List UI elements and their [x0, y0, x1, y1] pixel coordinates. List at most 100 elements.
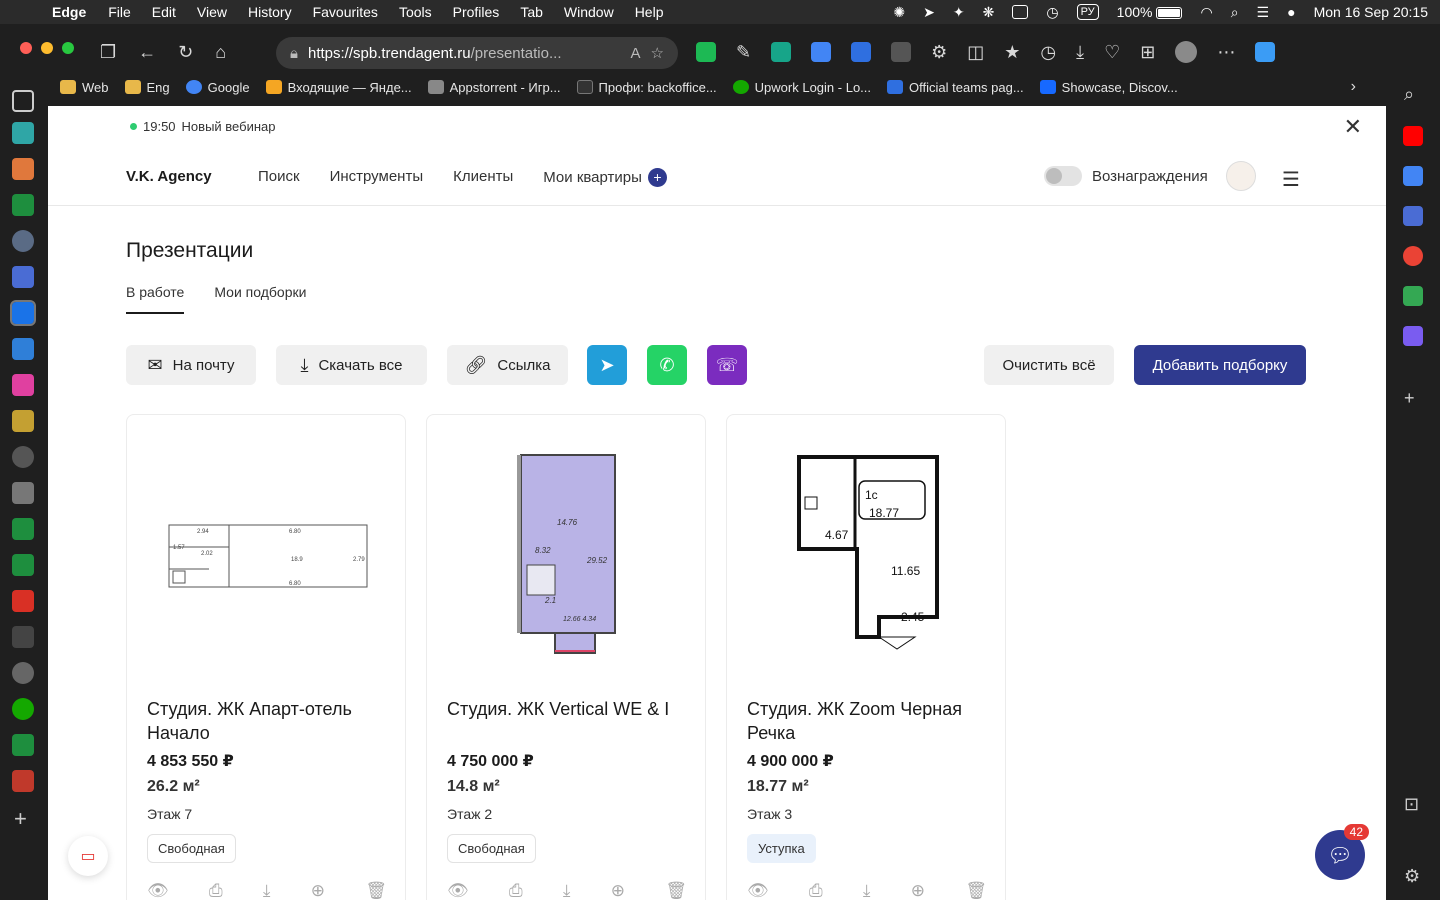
copilot-icon[interactable] [1255, 42, 1276, 62]
feedback-chat-button[interactable]: ▭ [68, 836, 108, 876]
terminal-tray-icon[interactable] [1012, 5, 1029, 19]
upwork-icon[interactable] [12, 698, 34, 720]
bookmark-yandex-mail[interactable]: Входящие — Янде... [265, 80, 412, 95]
performance-icon[interactable]: ♡ [1104, 42, 1120, 63]
apartment-title[interactable]: Студия. ЖК Vertical WE & I [447, 697, 687, 721]
tab-icon[interactable] [12, 662, 34, 684]
share-viber-button[interactable]: ☏ [707, 345, 747, 385]
add-icon[interactable]: + [1404, 388, 1415, 409]
tab-icon[interactable] [12, 194, 34, 216]
apartment-card[interactable]: 1с 18.77 4.67 11.65 2.45 Студия. ЖК Zoom… [726, 414, 1006, 900]
apartment-card[interactable]: 14.76 8.32 29.52 2.1 12.66 4.34 Студия. … [426, 414, 706, 900]
wifi-icon[interactable]: ◠ [1200, 4, 1212, 21]
favorites-icon[interactable]: ★ [1004, 42, 1020, 63]
control-center-icon[interactable]: ☰ [1257, 4, 1270, 21]
add-to-folder-icon[interactable]: ⊕ [911, 881, 925, 900]
settings-icon[interactable]: ⚙ [1404, 866, 1420, 887]
url-text[interactable]: https://spb.trendagent.ru/presentatio... [308, 45, 621, 62]
view-icon[interactable]: 👁︎ [747, 881, 769, 900]
search-icon[interactable]: ⌕ [1404, 84, 1414, 105]
bookmark-behance[interactable]: Showcase, Discov... [1039, 80, 1178, 95]
add-to-folder-icon[interactable]: ⊕ [311, 881, 325, 900]
bookmark-eng[interactable]: Eng [124, 80, 170, 95]
more-menu-icon[interactable]: ⋯ [1217, 42, 1235, 63]
drive-icon[interactable] [1403, 286, 1423, 306]
lock-icon[interactable]: 🔒︎ [290, 45, 298, 62]
send-email-button[interactable]: ✉ На почту [126, 345, 256, 385]
battery-status[interactable]: 100% [1117, 4, 1183, 20]
read-aloud-icon[interactable]: A [631, 45, 641, 62]
extension-green-icon[interactable] [696, 42, 716, 62]
tab-icon[interactable] [12, 122, 34, 144]
sheets-icon[interactable] [12, 518, 34, 540]
chevron-right-icon[interactable]: › [1351, 78, 1356, 96]
plus-icon[interactable]: + [647, 168, 667, 187]
menu-window[interactable]: Window [564, 4, 614, 20]
figma-icon[interactable]: ✦ [953, 4, 965, 21]
menu-help[interactable]: Help [635, 4, 664, 20]
history-icon[interactable]: ◷ [1040, 42, 1056, 63]
add-to-folder-icon[interactable]: ⊕ [611, 881, 625, 900]
download-icon[interactable]: ⤓ [263, 881, 271, 900]
view-icon[interactable]: 👁︎ [147, 881, 169, 900]
nav-clients[interactable]: Клиенты [453, 168, 513, 187]
new-tab-icon[interactable]: + [14, 806, 27, 832]
copy-link-button[interactable]: 🔗︎ Ссылка [447, 345, 568, 385]
clock[interactable]: Mon 16 Sep 20:15 [1314, 4, 1428, 20]
time-machine-icon[interactable]: ◷ [1046, 4, 1058, 21]
home-icon[interactable]: ⌂ [215, 42, 226, 63]
add-collection-button[interactable]: Добавить подборку [1134, 345, 1306, 385]
clear-all-button[interactable]: Очистить всё [984, 345, 1114, 385]
tab-panel-icon[interactable] [12, 90, 34, 112]
menu-edit[interactable]: Edit [152, 4, 176, 20]
profile-avatar[interactable] [1175, 41, 1198, 63]
bookmark-profi[interactable]: Профи: backoffice... [576, 80, 717, 95]
color-picker-icon[interactable]: ✎ [736, 42, 751, 63]
download-icon[interactable]: ⤓ [863, 881, 871, 900]
menu-history[interactable]: History [248, 4, 292, 20]
app-name[interactable]: Edge [52, 4, 86, 20]
tab-icon[interactable] [12, 482, 34, 504]
docs-icon[interactable] [1403, 206, 1423, 226]
bookmark-teams[interactable]: Official teams pag... [887, 80, 1024, 95]
nav-my-apartments[interactable]: Мои квартиры + [543, 168, 667, 187]
favorite-star-icon[interactable]: ☆ [651, 44, 664, 62]
tab-icon[interactable] [12, 446, 34, 468]
apartment-title[interactable]: Студия. ЖК Апарт-отель Начало [147, 697, 387, 745]
copilot-icon[interactable] [1403, 326, 1423, 346]
bookmark-appstorrent[interactable]: Appstorrent - Игр... [427, 80, 561, 95]
sheets-icon[interactable] [12, 734, 34, 756]
tab-icon[interactable] [12, 410, 34, 432]
split-screen-icon[interactable]: ◫ [967, 42, 984, 63]
close-window-button[interactable] [20, 42, 32, 54]
bookmark-web[interactable]: Web [60, 80, 109, 95]
docs-icon[interactable] [12, 266, 34, 288]
bookmark-upwork[interactable]: Upwork Login - Lo... [732, 80, 871, 95]
nav-search[interactable]: Поиск [258, 168, 300, 187]
collections-icon[interactable]: ⊞ [1140, 42, 1155, 63]
download-icon[interactable]: ⤓ [563, 881, 571, 900]
share-whatsapp-button[interactable]: ✆ [647, 345, 687, 385]
tab-my-collections[interactable]: Мои подборки [214, 284, 306, 314]
share-telegram-button[interactable]: ➤ [587, 345, 627, 385]
tab-actions-icon[interactable]: ❐ [100, 42, 116, 63]
site-logo[interactable]: V.K. Agency [126, 168, 212, 185]
avatar[interactable] [1226, 161, 1256, 191]
sheets-icon[interactable] [12, 554, 34, 576]
wordpress-icon[interactable] [12, 230, 34, 252]
youtube-icon[interactable] [1403, 126, 1423, 146]
screenshot-icon[interactable]: ⊡ [1404, 794, 1419, 815]
menu-favourites[interactable]: Favourites [313, 4, 378, 20]
print-icon[interactable]: ⎙ [209, 881, 223, 900]
extension-teal-icon[interactable] [771, 42, 792, 62]
tab-icon[interactable] [12, 158, 34, 180]
nav-tools[interactable]: Инструменты [330, 168, 424, 187]
perplexity-icon[interactable]: ❋ [983, 4, 995, 21]
tab-icon[interactable] [12, 374, 34, 396]
delete-icon[interactable]: 🗑︎ [965, 881, 987, 900]
support-chat-button[interactable]: 💬︎ 42 [1315, 824, 1369, 880]
webinar-banner[interactable]: 19:50 Новый вебинар [130, 119, 275, 134]
apartment-title[interactable]: Студия. ЖК Zoom Черная Речка [747, 697, 987, 745]
reload-icon[interactable]: ↻ [178, 42, 193, 63]
translate-icon[interactable] [1403, 166, 1423, 186]
